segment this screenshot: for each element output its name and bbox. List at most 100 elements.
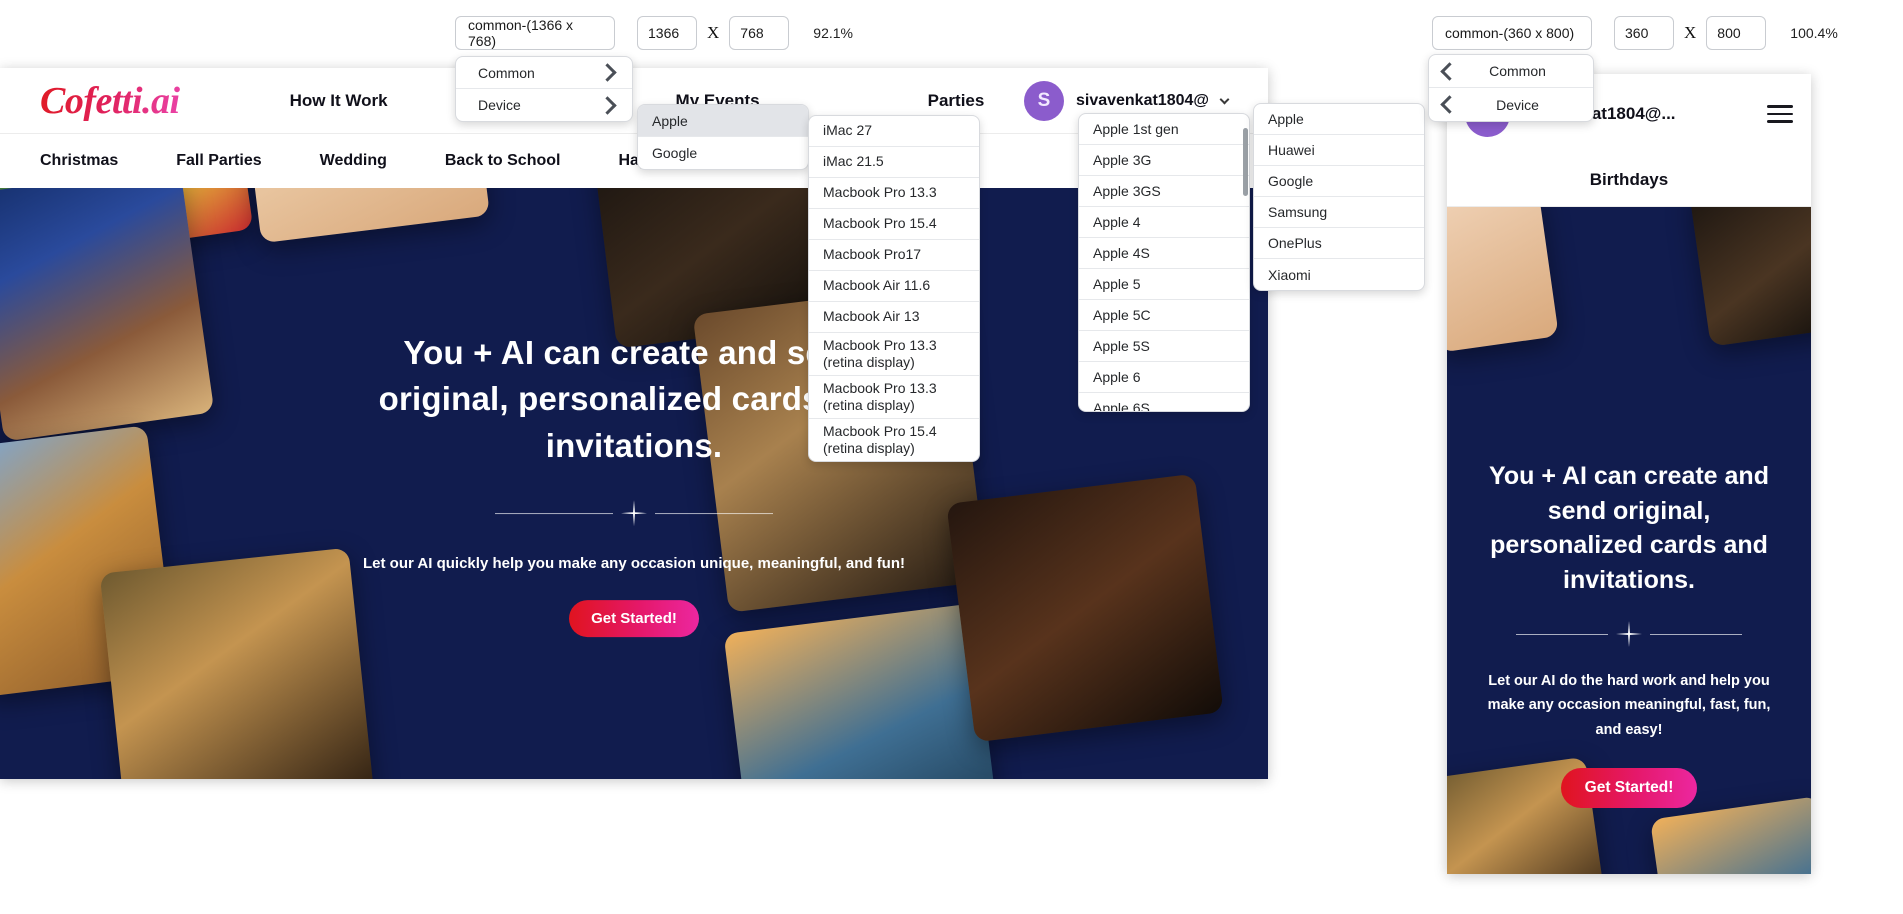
divider-line-left — [495, 512, 613, 514]
menu-item-iphone[interactable]: Apple 3G — [1079, 145, 1249, 176]
mobile-hero-subtext: Let our AI do the hard work and help you… — [1487, 673, 1771, 738]
menu-item-brand[interactable]: Apple — [1254, 104, 1424, 135]
iphone-device-label: Apple 4S — [1093, 245, 1150, 261]
brand-label: Google — [1268, 173, 1314, 189]
category-back-to-school[interactable]: Back to School — [445, 152, 561, 170]
mac-device-label: iMac 27 — [823, 122, 873, 139]
right-dimension-separator: X — [1684, 23, 1697, 42]
mac-device-label: Macbook Air 11.6 — [823, 277, 931, 294]
brand-label: OnePlus — [1268, 235, 1322, 251]
sparkle-icon — [621, 500, 647, 526]
sparkle-icon — [1616, 621, 1642, 647]
menu-item-common-right-label: Common — [1489, 63, 1546, 79]
site-logo[interactable]: Cofetti.ai — [40, 79, 180, 123]
right-width-input[interactable]: 360 — [1614, 16, 1674, 50]
divider-line-right — [1650, 633, 1742, 635]
left-height-input[interactable]: 768 — [729, 16, 790, 50]
menu-item-iphone[interactable]: Apple 6 — [1079, 362, 1249, 393]
left-resolution-toolbar: common-(1366 x 768) 1366 X 768 92.1% — [455, 16, 853, 50]
hamburger-menu-icon[interactable] — [1767, 105, 1793, 123]
menu-item-iphone[interactable]: Apple 1st gen — [1079, 114, 1249, 145]
mac-device-label: Macbook Pro17 — [823, 246, 922, 263]
iphone-device-label: Apple 5S — [1093, 338, 1150, 354]
burger-line — [1767, 120, 1793, 123]
menu-item-mac[interactable]: Macbook Pro 13.3 — [809, 178, 979, 209]
menu-item-mac[interactable]: Macbook Pro 13.3 (retina display) — [809, 376, 979, 420]
menu-item-device-label: Device — [478, 97, 521, 113]
nav-item-parties[interactable]: Parties — [928, 91, 985, 111]
menu-item-mac[interactable]: Macbook Air 11.6 — [809, 271, 979, 302]
brand-label: Huawei — [1268, 142, 1315, 158]
avatar: S — [1023, 80, 1064, 121]
brand-label: Xiaomi — [1268, 266, 1311, 283]
menu-item-iphone[interactable]: Apple 5C — [1079, 300, 1249, 331]
chevron-right-icon — [598, 63, 617, 82]
left-width-input[interactable]: 1366 — [637, 16, 697, 50]
menu-item-brand[interactable]: OnePlus — [1254, 228, 1424, 259]
menu-item-iphone[interactable]: Apple 6S — [1079, 393, 1249, 412]
collage-card-cat — [236, 188, 490, 244]
category-wedding[interactable]: Wedding — [320, 152, 387, 170]
menu-item-apple-label: Apple — [652, 112, 688, 129]
chevron-right-icon — [598, 95, 617, 115]
brand-label: Samsung — [1268, 204, 1328, 220]
menu-scrollbar[interactable] — [1243, 128, 1248, 196]
get-started-button[interactable]: Get Started! — [569, 600, 699, 638]
burger-line — [1767, 112, 1793, 116]
iphone-device-label: Apple 6S — [1093, 400, 1150, 412]
hero-divider — [354, 500, 914, 526]
iphone-device-label: Apple 5 — [1093, 276, 1141, 292]
mac-device-label: Macbook Pro 13.3 — [823, 184, 937, 201]
collage-card-new-year — [0, 188, 215, 442]
menu-item-iphone[interactable]: Apple 4S — [1079, 238, 1249, 269]
left-dimension-separator: X — [707, 23, 720, 42]
menu-item-brand[interactable]: Xiaomi — [1254, 259, 1424, 290]
menu-item-iphone[interactable]: Apple 3GS — [1079, 176, 1249, 207]
right-zoom-level: 100.4% — [1790, 25, 1838, 41]
mac-device-label: Macbook Pro 15.4 — [823, 215, 937, 232]
mobile-preview-frame: S sivavenkat1804@... Birthdays You + AI … — [1447, 74, 1811, 874]
menu-item-mac[interactable]: Macbook Pro 13.3 (retina display) — [809, 333, 979, 377]
nav-item-how-it-works[interactable]: How It Work — [290, 91, 388, 111]
category-fall-parties[interactable]: Fall Parties — [176, 152, 261, 170]
menu-item-iphone[interactable]: Apple 4 — [1079, 207, 1249, 238]
menu-item-mac[interactable]: iMac 21.5 — [809, 147, 979, 178]
mobile-get-started-button[interactable]: Get Started! — [1560, 768, 1698, 809]
menu-item-mac[interactable]: Macbook Pro 15.4 — [809, 209, 979, 240]
right-height-input[interactable]: 800 — [1706, 16, 1767, 50]
menu-item-mac[interactable]: Macbook Pro17 — [809, 240, 979, 271]
menu-item-iphone[interactable]: Apple 5 — [1079, 269, 1249, 300]
iphone-device-menu[interactable]: Apple 1st gen Apple 3G Apple 3GS Apple 4… — [1078, 113, 1250, 412]
brand-menu[interactable]: Apple Huawei Google Samsung OnePlus Xiao… — [1253, 103, 1425, 291]
right-preset-select[interactable]: common-(360 x 800) — [1432, 16, 1592, 50]
left-preset-select[interactable]: common-(1366 x 768) — [455, 16, 615, 50]
menu-item-apple[interactable]: Apple — [638, 105, 808, 137]
menu-item-common-right[interactable]: Common — [1429, 55, 1593, 88]
menu-item-device[interactable]: Device — [456, 89, 632, 121]
menu-item-mac[interactable]: Macbook Air 13 — [809, 302, 979, 333]
root-menu-left[interactable]: Common Device — [455, 56, 633, 122]
menu-item-brand[interactable]: Samsung — [1254, 197, 1424, 228]
menu-item-device-right[interactable]: Device — [1429, 88, 1593, 121]
menu-item-iphone[interactable]: Apple 5S — [1079, 331, 1249, 362]
mac-device-label: Macbook Pro 13.3 (retina display) — [823, 337, 937, 371]
menu-item-google[interactable]: Google — [638, 137, 808, 169]
mobile-hero-heading: You + AI can create and send original, p… — [1489, 462, 1769, 594]
chevron-down-icon — [1219, 94, 1230, 104]
mobile-category-birthdays[interactable]: Birthdays — [1590, 170, 1668, 190]
mac-device-label: Macbook Pro 15.4 (retina display) — [823, 423, 937, 457]
platform-menu[interactable]: Apple Google — [637, 104, 809, 170]
divider-line-right — [655, 512, 773, 514]
category-christmas[interactable]: Christmas — [40, 152, 118, 170]
brand-label: Apple — [1268, 111, 1304, 127]
menu-item-mac[interactable]: Macbook Pro 15.4 (retina display) — [809, 419, 979, 461]
menu-item-brand[interactable]: Huawei — [1254, 135, 1424, 166]
user-email: sivavenkat1804@ — [1075, 91, 1209, 109]
menu-item-mac[interactable]: iMac 27 — [809, 116, 979, 147]
menu-item-brand[interactable]: Google — [1254, 166, 1424, 197]
mobile-category-bar: Birthdays — [1447, 154, 1811, 207]
menu-item-common[interactable]: Common — [456, 57, 632, 89]
root-menu-right[interactable]: Common Device — [1428, 54, 1594, 122]
mac-device-label: iMac 21.5 — [823, 153, 884, 170]
mac-device-menu[interactable]: iMac 27 iMac 21.5 Macbook Pro 13.3 Macbo… — [808, 115, 980, 463]
